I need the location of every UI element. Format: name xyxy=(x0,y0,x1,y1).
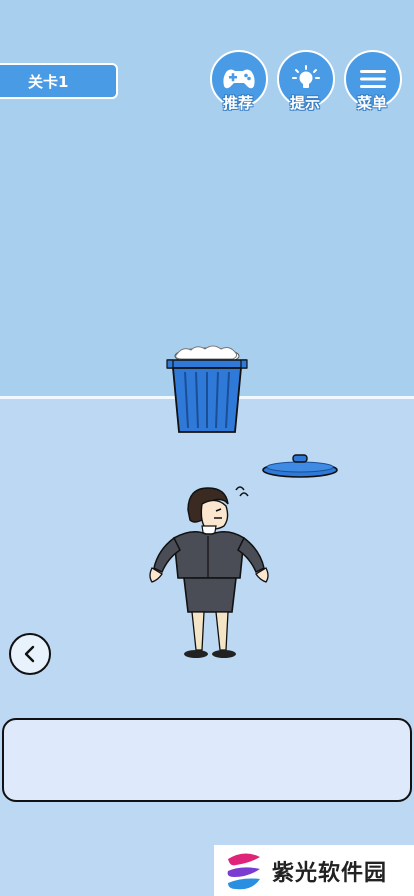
recommend-button[interactable]: 推荐 xyxy=(210,50,268,112)
answer-box xyxy=(2,718,412,802)
level-label: 关卡1 xyxy=(28,72,69,91)
level-badge: 关卡1 xyxy=(0,63,118,99)
trash-can-lid[interactable] xyxy=(260,450,340,480)
watermark: 紫光软件园 xyxy=(214,845,414,896)
chevron-left-icon xyxy=(24,645,35,663)
hint-button[interactable]: 提示 xyxy=(277,50,335,112)
menu-button[interactable]: 菜单 xyxy=(344,50,402,112)
ziguang-logo xyxy=(227,852,260,889)
back-button[interactable] xyxy=(9,633,51,675)
office-worker-woman[interactable] xyxy=(144,480,274,664)
watermark-text: 紫光软件园 xyxy=(272,860,388,886)
trash-can[interactable] xyxy=(163,342,251,438)
recommend-label: 推荐 xyxy=(222,94,253,112)
hint-label: 提示 xyxy=(289,94,320,112)
menu-label: 菜单 xyxy=(356,94,387,112)
